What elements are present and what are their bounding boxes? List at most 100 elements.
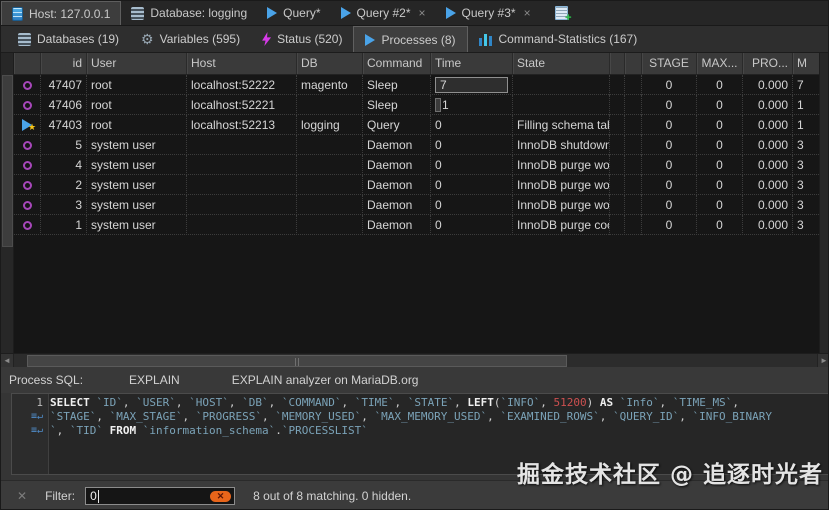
cell: 0 [697, 175, 743, 195]
explain-link[interactable]: EXPLAIN [129, 373, 180, 387]
sql-token: `PROGRESS` [196, 410, 262, 423]
cell: root [87, 115, 187, 135]
inline-cell-editor[interactable]: 7 [435, 77, 508, 93]
sleep-process-icon [23, 81, 32, 90]
doc-tab-2[interactable]: Query* [257, 1, 330, 25]
sql-line[interactable]: `STAGE`, `MAX_STAGE`, `PROGRESS`, `MEMOR… [50, 410, 827, 424]
table-row[interactable]: 5system userDaemon0InnoDB shutdown ...00… [14, 135, 821, 155]
cell: 0 [642, 195, 697, 215]
scroll-right-icon[interactable]: ► [817, 354, 829, 368]
cell: 0 [697, 75, 743, 95]
line-wrap-icon: ≡↵ [12, 410, 48, 424]
header-cell-0[interactable] [14, 53, 41, 75]
cell [610, 195, 625, 215]
explain-analyzer-link[interactable]: EXPLAIN analyzer on MariaDB.org [232, 373, 419, 387]
doc-tab-1[interactable]: Database: logging [121, 1, 257, 25]
scroll-left-icon[interactable]: ◄ [1, 354, 14, 368]
cell [610, 115, 625, 135]
sql-token: , [732, 396, 739, 409]
cell: 0 [642, 155, 697, 175]
cell: 3 [793, 215, 821, 235]
doc-tab-3[interactable]: Query #2*× [331, 1, 436, 25]
sub-tab-2[interactable]: Status (520) [251, 26, 353, 52]
header-cell-9[interactable] [625, 53, 642, 75]
horizontal-scrollbar-thumb[interactable] [27, 355, 567, 367]
horizontal-scrollbar[interactable]: ◄ ► [1, 353, 829, 367]
sub-tab-4[interactable]: Command-Statistics (167) [468, 26, 649, 52]
sql-token: `COMMAND` [282, 396, 342, 409]
header-cell-State[interactable]: State [513, 53, 610, 75]
cell [187, 215, 297, 235]
sql-token: `EXAMINED_ROWS` [500, 410, 599, 423]
sql-line[interactable]: SELECT `ID`, `USER`, `HOST`, `DB`, `COMM… [50, 396, 827, 410]
cell: 2 [41, 175, 87, 195]
cell: InnoDB purge coor... [513, 215, 610, 235]
sql-editor-text[interactable]: SELECT `ID`, `USER`, `HOST`, `DB`, `COMM… [50, 396, 827, 438]
cell [625, 75, 642, 95]
cell [625, 215, 642, 235]
sql-token: `MEMORY_USED` [275, 410, 361, 423]
vertical-scrollbar-thumb[interactable] [2, 75, 13, 247]
table-row[interactable]: 4system userDaemon0InnoDB purge wor...00… [14, 155, 821, 175]
header-cell-User[interactable]: User [87, 53, 187, 75]
close-tab-icon[interactable]: × [419, 6, 426, 20]
table-row[interactable]: 2system userDaemon0InnoDB purge wor...00… [14, 175, 821, 195]
sql-token: `MAX_STAGE` [110, 410, 183, 423]
new-query-tab-button[interactable] [555, 1, 568, 25]
sql-line[interactable]: `, `TID` FROM `information_schema`.`PROC… [50, 424, 827, 438]
close-filter-icon[interactable]: ✕ [17, 489, 27, 503]
clear-filter-icon[interactable]: ✕ [210, 491, 231, 502]
doc-tab-0[interactable]: Host: 127.0.0.1 [1, 1, 121, 25]
cell [187, 195, 297, 215]
vertical-scrollbar-right[interactable] [819, 53, 828, 353]
filter-input[interactable]: 0 ✕ [85, 487, 235, 505]
cell: 0.000 [743, 195, 793, 215]
sub-tab-0[interactable]: Databases (19) [7, 26, 130, 52]
sleep-process-icon [23, 101, 32, 110]
cell [610, 155, 625, 175]
cell: 0 [642, 75, 697, 95]
filter-label: Filter: [45, 489, 75, 503]
doc-tab-4[interactable]: Query #3*× [436, 1, 541, 25]
process-grid-body: 47407rootlocalhost:52222magentoSleep7000… [14, 75, 821, 237]
row-icon-cell [14, 195, 41, 215]
cell [625, 115, 642, 135]
table-row[interactable]: ★47403rootlocalhost:52213loggingQuery0Fi… [14, 115, 821, 135]
table-row[interactable]: 47406rootlocalhost:52221Sleep1000.0001 [14, 95, 821, 115]
cell: 0 [697, 215, 743, 235]
cell: 0.000 [743, 215, 793, 235]
header-cell-STAGE[interactable]: STAGE [642, 53, 697, 75]
sql-token: ) [587, 396, 600, 409]
table-row[interactable]: 1system userDaemon0InnoDB purge coor...0… [14, 215, 821, 235]
cell [297, 155, 363, 175]
header-cell-PRO...[interactable]: PRO... [743, 53, 793, 75]
cell [187, 175, 297, 195]
header-cell-8[interactable] [610, 53, 625, 75]
table-row[interactable]: 3system userDaemon0InnoDB purge wor...00… [14, 195, 821, 215]
connection-tab-bar: Host: 127.0.0.1Database: loggingQuery*Qu… [1, 1, 829, 26]
header-cell-MAX...[interactable]: MAX... [697, 53, 743, 75]
header-cell-Command[interactable]: Command [363, 53, 431, 75]
sql-token: `TIME` [355, 396, 395, 409]
vertical-scrollbar-left[interactable] [1, 53, 14, 353]
cell: Sleep [363, 95, 431, 115]
sql-token: `TIME_MS` [673, 396, 733, 409]
header-cell-M[interactable]: M [793, 53, 821, 75]
watermark: 掘金技术社区 @ 追逐时光者 [517, 455, 823, 489]
header-cell-Host[interactable]: Host [187, 53, 297, 75]
cell [297, 135, 363, 155]
sub-tab-3[interactable]: Processes (8) [353, 26, 467, 52]
sql-token: `PROCESSLIST` [282, 424, 368, 437]
cell: 0 [642, 115, 697, 135]
database-icon [131, 7, 144, 20]
cell: Filling schema table [513, 115, 610, 135]
sql-token: `STATE` [408, 396, 454, 409]
sql-token: , [659, 396, 672, 409]
table-row[interactable]: 47407rootlocalhost:52222magentoSleep7000… [14, 75, 821, 95]
header-cell-id[interactable]: id [41, 53, 87, 75]
sub-tab-1[interactable]: ⚙Variables (595) [130, 26, 251, 52]
close-tab-icon[interactable]: × [524, 6, 531, 20]
cell: 5 [41, 135, 87, 155]
header-cell-Time[interactable]: Time [431, 53, 513, 75]
header-cell-DB[interactable]: DB [297, 53, 363, 75]
